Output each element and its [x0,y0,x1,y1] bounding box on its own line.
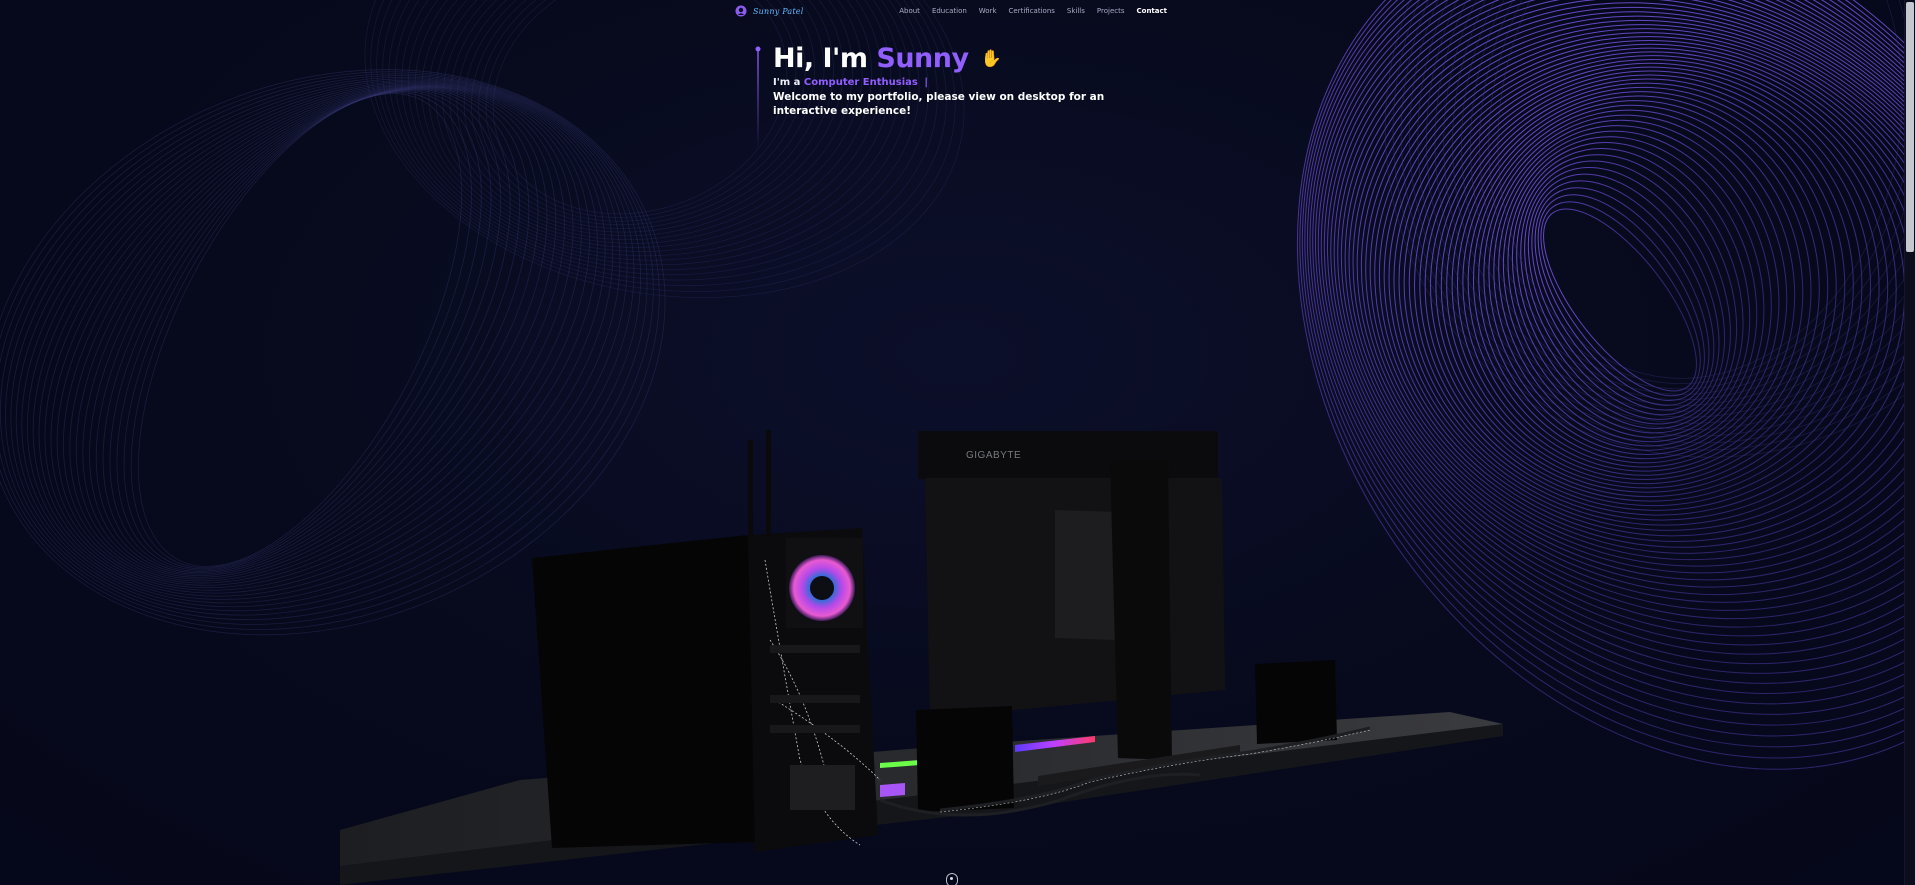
monitor-brand-label: GIGABYTE [966,450,1022,461]
typing-role-text: Computer Enthusias [803,77,918,88]
hero-greeting: Hi, I'm [773,43,868,74]
waving-hand-icon: ✋ [980,49,1002,69]
background-wave-lines [0,0,1915,770]
nav-links: About Education Work Certifications Skil… [899,7,1167,15]
nav-link-skills[interactable]: Skills [1067,7,1085,15]
hero-heading: Hi, I'm Sunny ✋ [773,44,1180,74]
hero-role-line: I'm a Computer Enthusias | [773,77,1180,89]
logo-text: Sunny Patel [753,6,804,16]
nav-link-work[interactable]: Work [979,7,997,15]
nav-link-projects[interactable]: Projects [1097,7,1125,15]
scroll-down-indicator[interactable] [946,873,958,885]
nav-link-contact[interactable]: Contact [1137,7,1168,15]
scroll-dot [950,877,953,880]
portfolio-page: Sunny Patel About Education Work Certifi… [0,0,1915,885]
scrollbar-thumb[interactable] [1906,2,1914,252]
typing-caret: | [924,77,928,88]
nav-link-certifications[interactable]: Certifications [1009,7,1055,15]
navbar: Sunny Patel About Education Work Certifi… [735,0,1167,22]
hero-description: Welcome to my portfolio, please view on … [773,91,1105,117]
role-prefix: I'm a [773,77,801,88]
logo-icon [735,5,747,17]
hero-name: Sunny [876,43,969,74]
hero-accent-line [755,46,761,150]
nav-link-about[interactable]: About [899,7,920,15]
logo-link[interactable]: Sunny Patel [735,5,804,17]
nav-link-education[interactable]: Education [932,7,967,15]
hero-section: Hi, I'm Sunny ✋ I'm a Computer Enthusias… [755,44,1180,150]
page-scrollbar[interactable] [1904,0,1915,885]
